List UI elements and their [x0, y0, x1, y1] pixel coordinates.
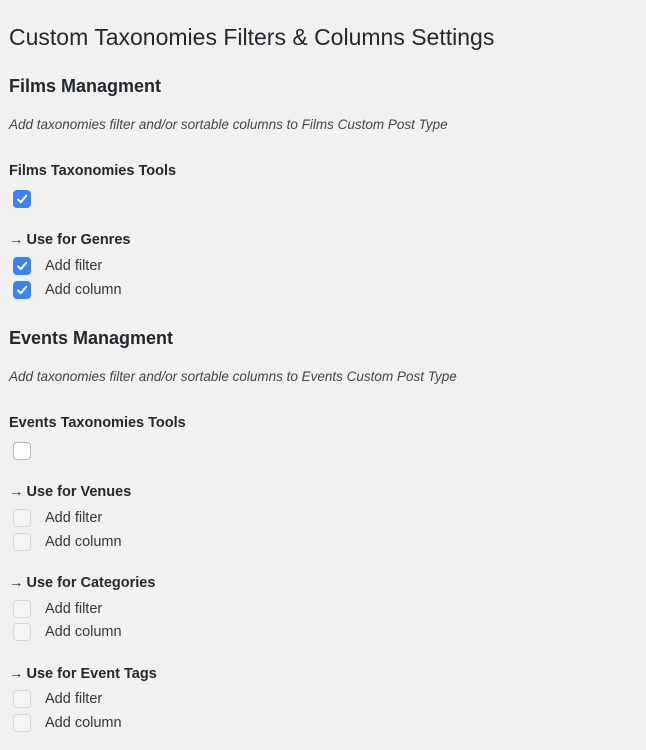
taxonomy-label-text: Use for Categories — [26, 575, 156, 591]
arrow-right-icon: → — [9, 666, 24, 682]
venues-add-column-label[interactable]: Add column — [45, 532, 122, 552]
films-tools-checkbox[interactable] — [13, 190, 31, 208]
taxonomy-label-genres: → Use for Genres — [9, 230, 130, 250]
taxonomy-label-event-tags: → Use for Event Tags — [9, 664, 157, 684]
event-tags-add-filter-checkbox[interactable] — [13, 690, 31, 708]
taxonomy-label-text: Use for Genres — [26, 232, 131, 248]
page-title: Custom Taxonomies Filters & Columns Sett… — [9, 24, 495, 50]
taxonomy-label-text: Use for Event Tags — [26, 666, 157, 682]
genres-add-column-checkbox[interactable] — [13, 281, 31, 299]
genres-add-filter-checkbox[interactable] — [13, 257, 31, 275]
venues-add-filter-checkbox[interactable] — [13, 509, 31, 527]
arrow-right-icon: → — [9, 575, 24, 591]
films-section-title: Films Managment — [9, 76, 162, 96]
categories-add-filter-checkbox[interactable] — [13, 600, 31, 618]
checkmark-icon — [17, 261, 28, 271]
event-tags-add-column-label[interactable]: Add column — [45, 713, 122, 733]
taxonomy-label-categories: → Use for Categories — [9, 573, 155, 593]
categories-add-filter-label[interactable]: Add filter — [45, 599, 102, 619]
event-tags-add-filter-label[interactable]: Add filter — [45, 689, 102, 709]
checkmark-icon — [17, 285, 28, 295]
venues-add-filter-label[interactable]: Add filter — [45, 508, 102, 528]
genres-add-filter-label[interactable]: Add filter — [45, 256, 102, 276]
categories-add-column-checkbox[interactable] — [13, 623, 31, 641]
events-section-description: Add taxonomies filter and/or sortable co… — [9, 369, 457, 384]
taxonomy-label-venues: → Use for Venues — [9, 482, 131, 502]
events-tools-label: Events Taxonomies Tools — [9, 415, 186, 431]
genres-add-column-label[interactable]: Add column — [45, 280, 122, 300]
venues-add-column-checkbox[interactable] — [13, 533, 31, 551]
films-section-description: Add taxonomies filter and/or sortable co… — [9, 117, 448, 132]
taxonomy-label-text: Use for Venues — [26, 484, 132, 500]
event-tags-add-column-checkbox[interactable] — [13, 714, 31, 732]
events-tools-checkbox[interactable] — [13, 442, 31, 460]
categories-add-column-label[interactable]: Add column — [45, 622, 122, 642]
checkmark-icon — [17, 194, 28, 204]
arrow-right-icon: → — [9, 484, 24, 500]
events-section-title: Events Managment — [9, 328, 174, 348]
films-tools-label: Films Taxonomies Tools — [9, 163, 177, 179]
arrow-right-icon: → — [9, 232, 24, 248]
